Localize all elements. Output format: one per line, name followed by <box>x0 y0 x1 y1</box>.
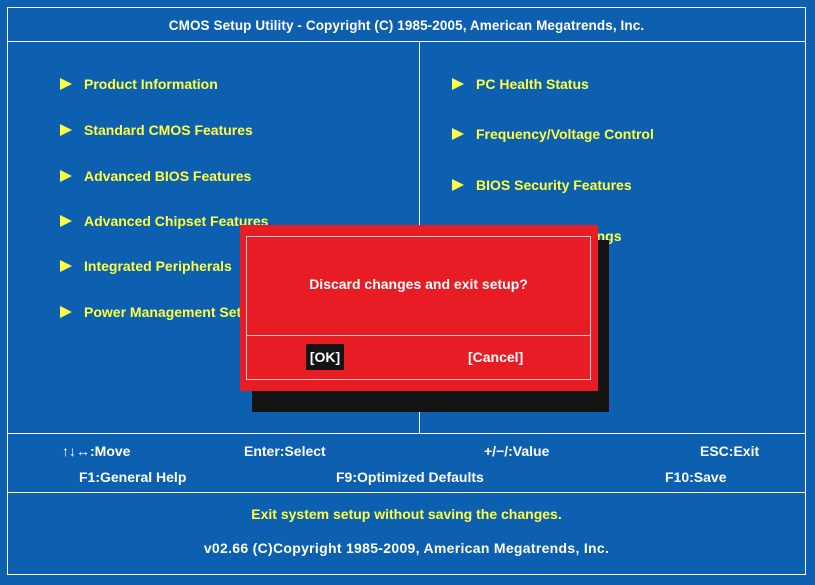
menu-item-label: Frequency/Voltage Control <box>476 126 654 142</box>
menu-item-frequency-voltage-control[interactable]: Frequency/Voltage Control <box>452 126 654 142</box>
arrow-right-icon <box>452 78 464 90</box>
dialog-frame <box>246 236 591 380</box>
help-exit: ESC:Exit <box>700 443 760 459</box>
cancel-button[interactable]: [Cancel] <box>468 344 523 370</box>
menu-item-product-information[interactable]: Product Information <box>60 76 218 92</box>
dialog-message: Discard changes and exit setup? <box>309 276 528 292</box>
window-title: CMOS Setup Utility - Copyright (C) 1985-… <box>168 18 645 33</box>
menu-item-label: PC Health Status <box>476 76 589 92</box>
ok-button[interactable]: [OK] <box>306 344 344 370</box>
help-divider <box>8 492 805 493</box>
arrow-right-icon <box>452 128 464 140</box>
help-optimized-defaults: F9:Optimized Defaults <box>336 469 484 485</box>
menu-item-advanced-bios-features[interactable]: Advanced BIOS Features <box>60 168 251 184</box>
menu-divider <box>8 433 805 434</box>
confirm-dialog: Discard changes and exit setup? [OK] [Ca… <box>240 225 598 391</box>
status-description: Exit system setup without saving the cha… <box>251 506 562 522</box>
menu-item-label: Power Management Setup <box>84 304 259 320</box>
arrow-right-icon <box>60 78 72 90</box>
dialog-divider <box>246 335 591 336</box>
arrow-right-icon <box>60 260 72 272</box>
menu-item-label: Advanced BIOS Features <box>84 168 252 184</box>
menu-item-label: Integrated Peripherals <box>84 258 232 274</box>
bios-screen: CMOS Setup Utility - Copyright (C) 1985-… <box>0 0 815 585</box>
help-save: F10:Save <box>665 469 727 485</box>
version-info: v02.66 (C)Copyright 1985-2009, American … <box>203 540 610 556</box>
help-value: +/−/:Value <box>484 443 550 459</box>
arrow-right-icon <box>60 215 72 227</box>
menu-item-label: Product Information <box>84 76 218 92</box>
arrow-right-icon <box>60 306 72 318</box>
menu-item-standard-cmos-features[interactable]: Standard CMOS Features <box>60 122 253 138</box>
title-divider <box>8 41 805 42</box>
arrow-right-icon <box>452 179 464 191</box>
help-general-help: F1:General Help <box>79 469 187 485</box>
menu-item-bios-security-features[interactable]: BIOS Security Features <box>452 177 632 193</box>
menu-item-label: Standard CMOS Features <box>84 122 253 138</box>
help-select: Enter:Select <box>244 443 326 459</box>
menu-item-advanced-chipset-features[interactable]: Advanced Chipset Features <box>60 213 268 229</box>
menu-item-pc-health-status[interactable]: PC Health Status <box>452 76 589 92</box>
menu-item-power-management-setup[interactable]: Power Management Setup <box>60 304 258 320</box>
menu-item-label: BIOS Security Features <box>476 177 632 193</box>
menu-item-integrated-peripherals[interactable]: Integrated Peripherals <box>60 258 232 274</box>
help-move: ↑↓↔:Move <box>62 443 131 459</box>
arrow-right-icon <box>60 124 72 136</box>
arrow-right-icon <box>60 170 72 182</box>
